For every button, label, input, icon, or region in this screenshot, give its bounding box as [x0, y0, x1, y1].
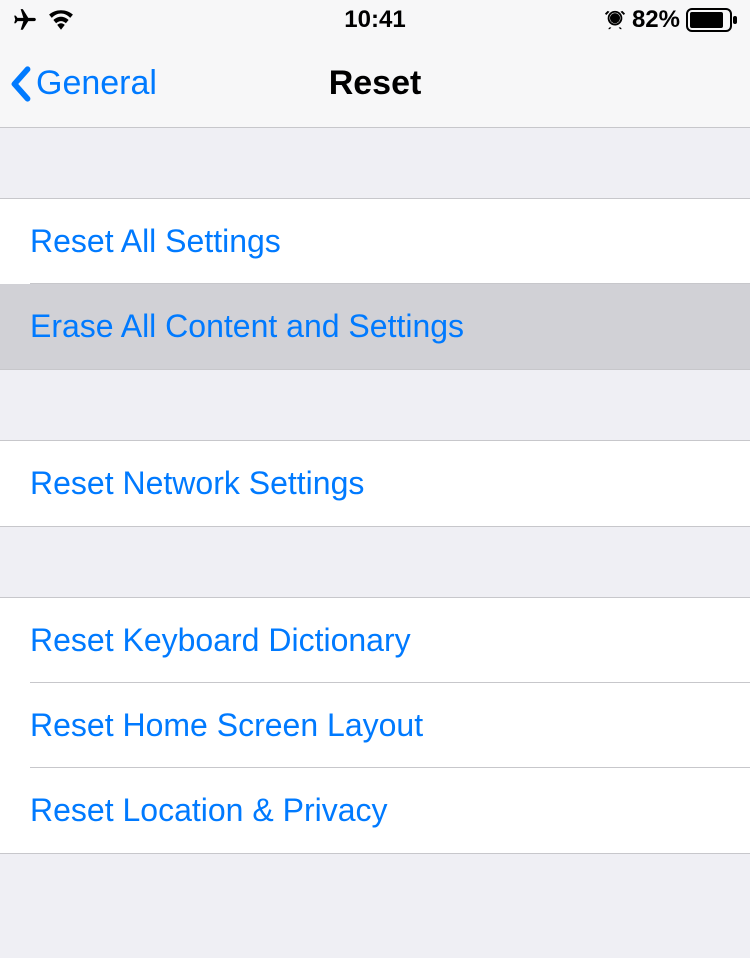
- back-label: General: [36, 64, 157, 103]
- group-spacer: [0, 370, 750, 440]
- reset-keyboard-dictionary-cell[interactable]: Reset Keyboard Dictionary: [0, 597, 750, 683]
- cell-label: Reset All Settings: [30, 223, 281, 259]
- settings-content: Reset All Settings Erase All Content and…: [0, 128, 750, 854]
- status-bar: 10:41 82%: [0, 0, 750, 40]
- erase-all-content-cell[interactable]: Erase All Content and Settings: [0, 284, 750, 370]
- cell-label: Reset Location & Privacy: [30, 792, 388, 828]
- reset-location-privacy-cell[interactable]: Reset Location & Privacy: [0, 768, 750, 854]
- cell-label: Reset Keyboard Dictionary: [30, 622, 411, 658]
- page-title: Reset: [329, 64, 422, 103]
- group-spacer: [0, 527, 750, 597]
- reset-all-settings-cell[interactable]: Reset All Settings: [0, 198, 750, 284]
- cell-label: Reset Home Screen Layout: [30, 707, 423, 743]
- wifi-icon: [48, 10, 74, 30]
- chevron-left-icon: [10, 66, 32, 102]
- back-button[interactable]: General: [10, 64, 157, 103]
- reset-home-screen-layout-cell[interactable]: Reset Home Screen Layout: [0, 683, 750, 768]
- battery-percentage: 82%: [632, 6, 680, 34]
- battery-icon: [686, 8, 738, 32]
- group-spacer: [0, 128, 750, 198]
- status-right: 82%: [604, 6, 738, 34]
- status-left: [12, 7, 74, 33]
- cell-label: Reset Network Settings: [30, 465, 364, 501]
- alarm-icon: [604, 9, 626, 31]
- reset-network-settings-cell[interactable]: Reset Network Settings: [0, 440, 750, 527]
- cell-label: Erase All Content and Settings: [30, 308, 464, 344]
- navigation-bar: General Reset: [0, 40, 750, 128]
- status-time: 10:41: [344, 6, 405, 34]
- airplane-mode-icon: [12, 7, 38, 33]
